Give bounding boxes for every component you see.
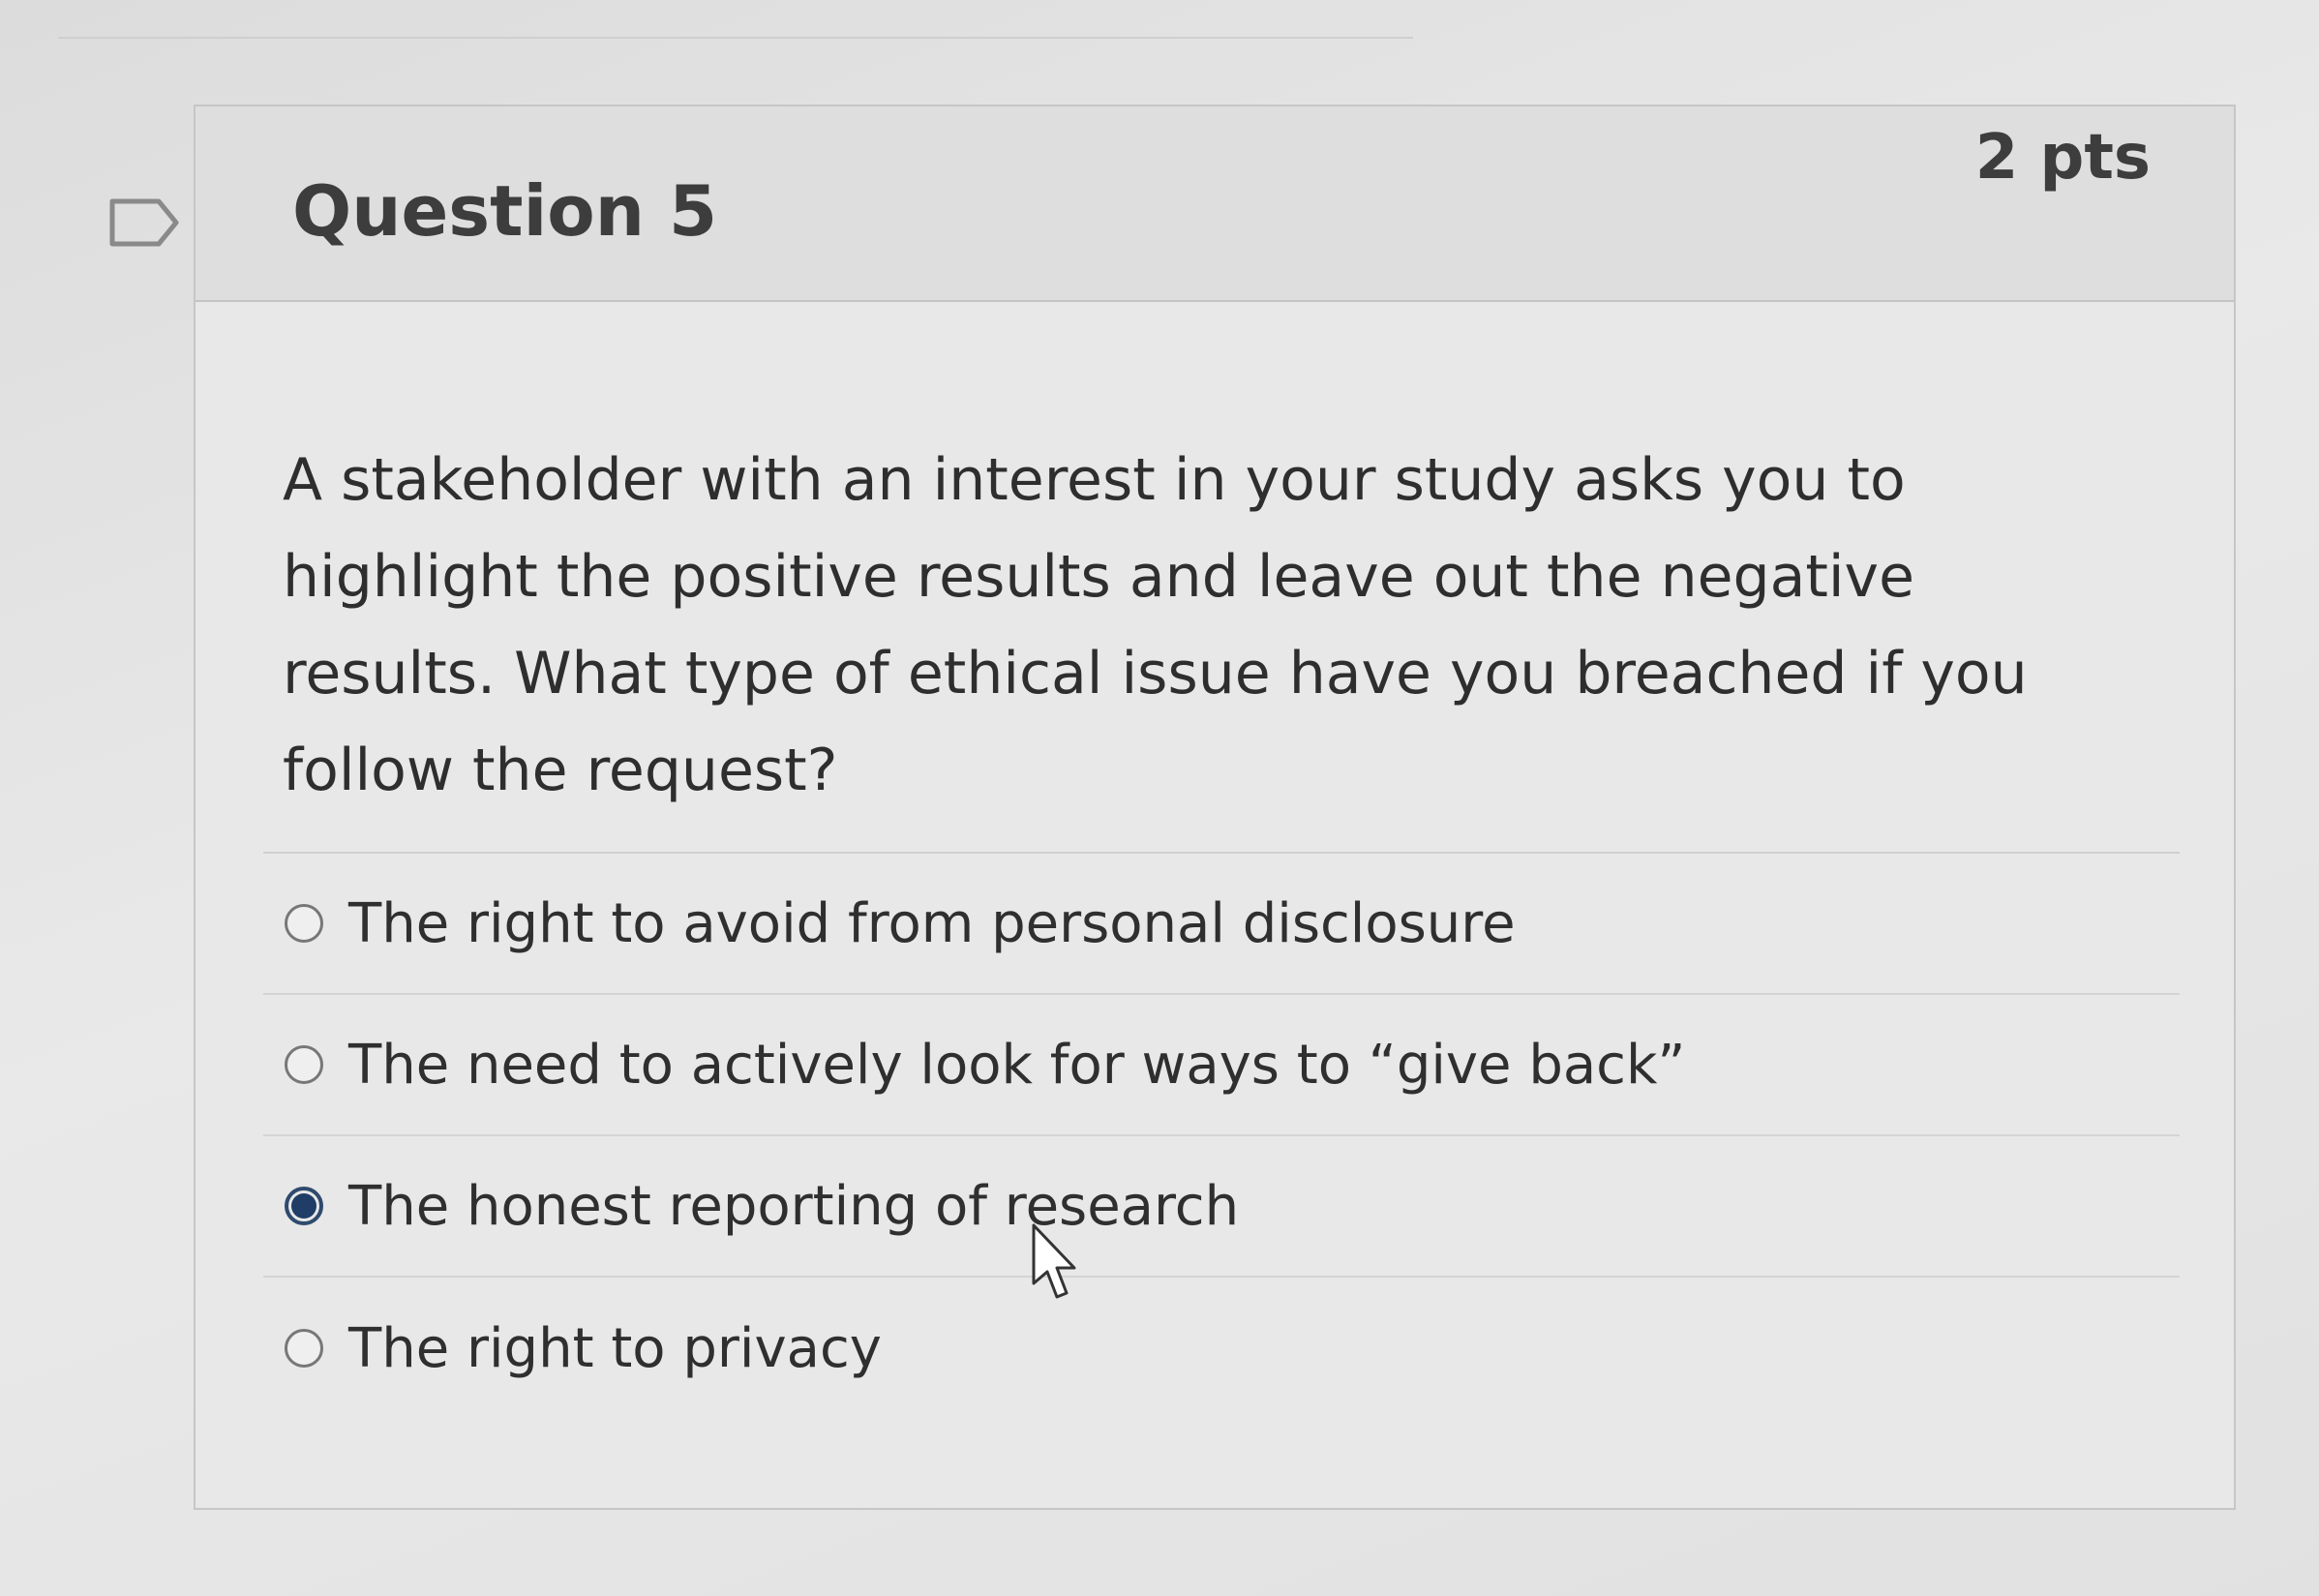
answer-option-2[interactable]: The need to actively look for ways to “g… (263, 995, 2180, 1136)
flag-question-icon[interactable] (108, 197, 180, 248)
answer-label[interactable]: The need to actively look for ways to “g… (348, 1034, 1685, 1097)
question-points: 2 pts (1974, 122, 2151, 194)
question-title: Question 5 (292, 170, 718, 252)
question-card: Question 5 2 pts A stakeholder with an i… (194, 105, 2236, 1510)
radio-button[interactable] (285, 904, 323, 943)
divider (58, 37, 1413, 39)
radio-button[interactable] (285, 1329, 323, 1368)
radio-dot (291, 1193, 316, 1219)
answer-label[interactable]: The right to privacy (348, 1317, 882, 1380)
answer-option-1[interactable]: The right to avoid from personal disclos… (263, 854, 2180, 995)
answer-option-3[interactable]: The honest reporting of research (263, 1136, 2180, 1278)
radio-button[interactable] (285, 1045, 323, 1084)
radio-button-selected[interactable] (285, 1187, 323, 1225)
answer-label[interactable]: The right to avoid from personal disclos… (348, 892, 1516, 955)
question-header: Question 5 2 pts (196, 106, 2234, 302)
answer-list: The right to avoid from personal disclos… (263, 852, 2180, 1419)
quiz-page: Question 5 2 pts A stakeholder with an i… (0, 0, 2319, 1596)
answer-option-4[interactable]: The right to privacy (263, 1278, 2180, 1419)
answer-label[interactable]: The honest reporting of research (348, 1175, 1239, 1238)
question-text: A stakeholder with an interest in your s… (283, 446, 2028, 804)
mouse-pointer-icon (1032, 1223, 1076, 1299)
